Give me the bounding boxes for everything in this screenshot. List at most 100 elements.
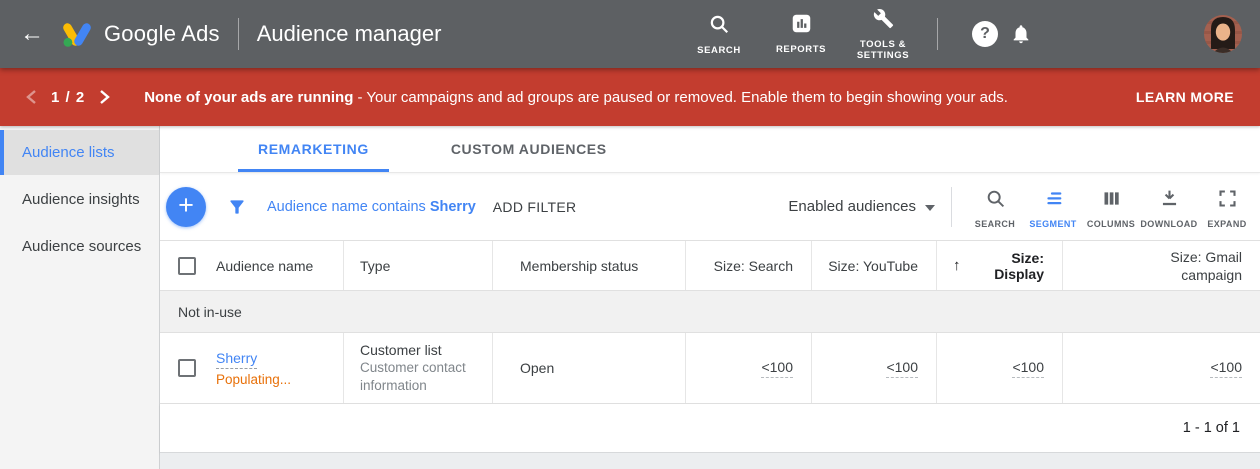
sidebar-item-audience-sources[interactable]: Audience sources xyxy=(0,224,159,269)
table-search-button[interactable]: SEARCH xyxy=(966,184,1024,229)
banner-message-rest: - Your campaigns and ad groups are pause… xyxy=(353,89,1008,106)
header-membership-status: Membership status xyxy=(493,241,686,290)
tab-bar: REMARKETING CUSTOM AUDIENCES xyxy=(160,126,1260,173)
size-youtube-value[interactable]: <100 xyxy=(886,359,918,378)
google-ads-logo-icon[interactable] xyxy=(62,21,92,48)
banner-prev-icon[interactable] xyxy=(22,85,41,109)
size-display-value[interactable]: <100 xyxy=(1012,359,1044,378)
toolbar-divider xyxy=(951,187,952,227)
add-filter-button[interactable]: ADD FILTER xyxy=(493,199,577,215)
row-size-gmail-cell: <100 xyxy=(1063,333,1260,403)
app-root: ← Google Ads Audience manager SEARCH xyxy=(0,0,1260,469)
size-gmail-value[interactable]: <100 xyxy=(1210,359,1242,378)
table-footer: 1 - 1 of 1 xyxy=(160,404,1260,453)
row-audience-name-cell: Sherry Populating... xyxy=(160,333,344,403)
column-label-audience-name[interactable]: Audience name xyxy=(216,258,313,274)
columns-button[interactable]: COLUMNS xyxy=(1082,184,1140,229)
filter-chip-value: Sherry xyxy=(430,199,476,215)
column-label-size-gmail-campaign[interactable]: Size: Gmail campaign xyxy=(1150,248,1242,284)
filter-chip[interactable]: Audience name contains Sherry xyxy=(267,199,476,215)
banner-pagination: 1 / 2 xyxy=(51,89,85,106)
wrench-icon xyxy=(873,8,894,34)
table-row: Sherry Populating... Customer list Custo… xyxy=(160,333,1260,404)
brand-name: Google Ads xyxy=(104,21,220,47)
audience-name-link[interactable]: Sherry xyxy=(216,350,257,369)
topbar-divider xyxy=(238,18,239,50)
column-label-size-youtube[interactable]: Size: YouTube xyxy=(828,258,918,274)
reports-nav-button[interactable]: REPORTS xyxy=(765,13,837,55)
table-header: Audience name Type Membership status Siz… xyxy=(160,240,1260,291)
row-type-cell: Customer list Customer contact informati… xyxy=(344,333,493,403)
header-audience-name: Audience name xyxy=(160,241,344,290)
group-row-label: Not in-use xyxy=(178,304,242,320)
search-nav-label: SEARCH xyxy=(697,45,741,56)
banner-next-icon[interactable] xyxy=(95,85,114,109)
expand-label: EXPAND xyxy=(1207,219,1246,229)
topbar-divider xyxy=(937,18,938,50)
sidebar: Audience lists Audience insights Audienc… xyxy=(0,126,160,469)
header-size-search: Size: Search xyxy=(686,241,812,290)
sidebar-item-audience-lists[interactable]: Audience lists xyxy=(0,130,159,175)
sidebar-item-audience-insights[interactable]: Audience insights xyxy=(0,177,159,222)
tab-remarketing[interactable]: REMARKETING xyxy=(238,126,389,172)
add-audience-button[interactable]: + xyxy=(166,187,206,227)
type-title: Customer list xyxy=(360,341,470,359)
header-size-gmail: Size: Gmail campaign xyxy=(1063,241,1260,290)
select-all-checkbox[interactable] xyxy=(178,257,196,275)
expand-icon xyxy=(1217,188,1238,214)
tab-custom-audiences[interactable]: CUSTOM AUDIENCES xyxy=(431,126,627,172)
toolbar: + Audience name contains Sherry ADD FILT… xyxy=(160,173,1260,240)
search-nav-button[interactable]: SEARCH xyxy=(683,13,755,56)
help-icon[interactable]: ? xyxy=(972,21,998,47)
topbar: ← Google Ads Audience manager SEARCH xyxy=(0,0,1260,68)
type-subtitle: Customer contact information xyxy=(360,359,470,395)
columns-icon xyxy=(1101,188,1122,214)
header-size-youtube: Size: YouTube xyxy=(812,241,937,290)
tools-settings-nav-button[interactable]: TOOLS & SETTINGS xyxy=(847,8,919,61)
audience-status-dropdown-value: Enabled audiences xyxy=(788,198,916,215)
group-row-not-in-use: Not in-use xyxy=(160,291,1260,333)
header-size-display: ↑ Size: Display xyxy=(937,241,1063,290)
user-avatar[interactable] xyxy=(1204,15,1242,53)
row-membership-status-cell: Open xyxy=(493,333,686,403)
download-button[interactable]: DOWNLOAD xyxy=(1140,184,1198,229)
download-icon xyxy=(1159,188,1180,214)
content-area: Audience lists Audience insights Audienc… xyxy=(0,126,1260,469)
search-icon xyxy=(708,13,730,40)
column-label-size-search[interactable]: Size: Search xyxy=(714,258,793,274)
row-size-display-cell: <100 xyxy=(937,333,1063,403)
chevron-down-icon xyxy=(925,205,935,211)
alert-banner: 1 / 2 None of your ads are running - You… xyxy=(0,68,1260,126)
sort-ascending-icon: ↑ xyxy=(953,257,961,274)
pagination-summary: 1 - 1 of 1 xyxy=(1183,420,1240,436)
page-title: Audience manager xyxy=(257,21,442,47)
search-icon xyxy=(985,188,1006,214)
populating-status: Populating... xyxy=(216,372,291,387)
columns-label: COLUMNS xyxy=(1087,219,1135,229)
column-label-type[interactable]: Type xyxy=(360,258,390,274)
segment-button[interactable]: SEGMENT xyxy=(1024,184,1082,229)
notifications-bell-icon[interactable] xyxy=(1010,23,1032,45)
back-arrow-icon[interactable]: ← xyxy=(20,22,44,46)
row-checkbox[interactable] xyxy=(178,359,196,377)
segment-icon xyxy=(1043,188,1064,214)
banner-message: None of your ads are running - Your camp… xyxy=(144,89,1008,106)
expand-button[interactable]: EXPAND xyxy=(1198,184,1256,229)
column-label-membership-status[interactable]: Membership status xyxy=(520,258,638,274)
header-type: Type xyxy=(344,241,493,290)
download-label: DOWNLOAD xyxy=(1140,219,1197,229)
filter-icon[interactable] xyxy=(227,197,247,217)
row-size-youtube-cell: <100 xyxy=(812,333,937,403)
main-panel: REMARKETING CUSTOM AUDIENCES + Audience … xyxy=(160,126,1260,469)
reports-nav-label: REPORTS xyxy=(776,44,826,55)
column-label-size-display[interactable]: Size: Display xyxy=(968,250,1045,282)
audience-status-dropdown[interactable]: Enabled audiences xyxy=(788,198,935,215)
learn-more-button[interactable]: LEARN MORE xyxy=(1126,81,1244,113)
banner-message-bold: None of your ads are running xyxy=(144,89,353,106)
table-search-label: SEARCH xyxy=(975,219,1015,229)
size-search-value[interactable]: <100 xyxy=(761,359,793,378)
bar-chart-icon xyxy=(791,13,812,39)
segment-label: SEGMENT xyxy=(1029,219,1076,229)
bottom-strip xyxy=(160,453,1260,469)
row-size-search-cell: <100 xyxy=(686,333,812,403)
